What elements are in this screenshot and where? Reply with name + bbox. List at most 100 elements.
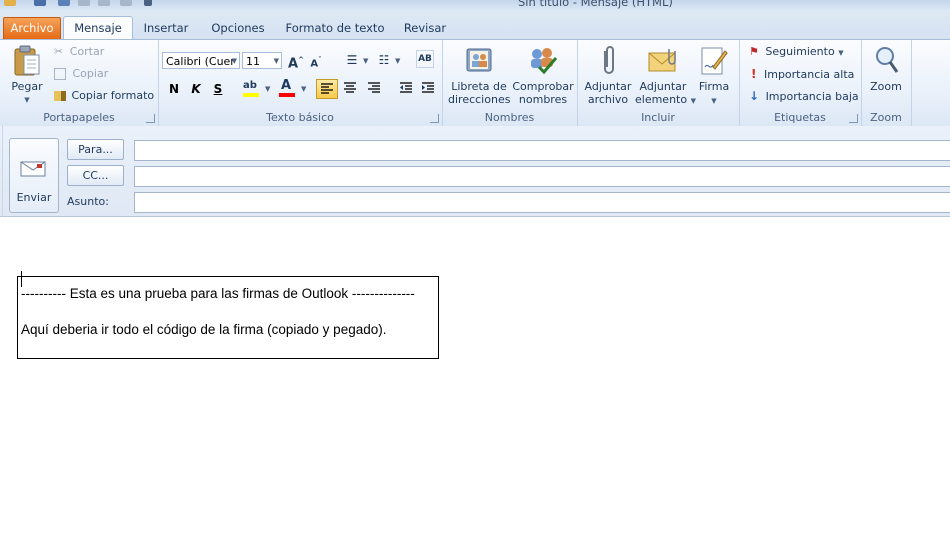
address-book-button[interactable]: Libreta de direcciones (448, 43, 510, 107)
italic-button[interactable]: K (186, 79, 206, 99)
zoom-button[interactable]: Zoom (864, 43, 908, 95)
numbering-icon[interactable]: ☷ (374, 50, 394, 70)
bold-button[interactable]: N (164, 79, 184, 99)
chevron-down-icon: ▼ (838, 49, 844, 57)
font-size-combo[interactable]: 11 ▼ (242, 52, 282, 69)
bullets-icon[interactable]: ☰ (342, 50, 362, 70)
zoom-label: Zoom (870, 80, 902, 93)
down-arrow-icon: ↓ (749, 89, 760, 103)
redo-icon[interactable] (78, 0, 90, 6)
envelope-attach-icon (648, 49, 676, 72)
shrink-font-icon[interactable]: Aˇ (306, 50, 326, 70)
signature-icon (701, 47, 728, 75)
chevron-down-icon: ▼ (24, 96, 30, 104)
to-field[interactable] (134, 140, 950, 161)
up-arrow-icon[interactable] (98, 0, 110, 6)
include-group-label: Incluir (641, 111, 675, 124)
magnifier-icon (876, 47, 899, 73)
align-left-icon (321, 83, 333, 94)
address-book-label-1: Libreta de (451, 80, 507, 93)
message-body[interactable]: ---------- Esta es una prueba para las f… (0, 217, 950, 534)
attach-item-button[interactable]: Adjuntar elemento ▼ (635, 43, 696, 108)
chevron-down-icon[interactable]: ▼ (395, 57, 400, 65)
grow-font-icon[interactable]: A^ (286, 50, 306, 71)
clipboard-icon (14, 45, 40, 76)
save-icon[interactable] (34, 0, 46, 6)
cc-field[interactable] (134, 166, 950, 187)
font-name-combo[interactable]: Calibri (Cuer ▼ (162, 52, 240, 69)
names-group-label: Nombres (484, 111, 535, 124)
paste-label: Pegar (11, 80, 43, 93)
outlook-app-icon[interactable] (4, 0, 16, 6)
signature-button[interactable]: Firma ▼ (693, 43, 735, 107)
copy-button[interactable]: Copiar (54, 65, 108, 83)
tab-opciones[interactable]: Opciones (206, 18, 270, 38)
format-painter-button[interactable]: Copiar formato (54, 87, 154, 105)
increase-indent-button[interactable] (418, 79, 440, 99)
attach-item-label-2-text: elemento (635, 93, 688, 106)
chevron-down-icon: ▼ (265, 85, 271, 93)
signature-line-1: ---------- Esta es una prueba para las f… (21, 286, 415, 301)
follow-up-button[interactable]: ⚑ Seguimiento ▼ (749, 43, 844, 61)
tab-formato-de-texto[interactable]: Formato de texto (284, 18, 386, 38)
clipboard-group: Pegar ▼ ✂ Cortar Copiar Copiar formato P… (0, 40, 159, 126)
basic-text-group-label: Texto básico (266, 111, 334, 124)
signature-line-2: Aquí deberia ir todo el código de la fir… (21, 322, 387, 337)
ribbon: Pegar ▼ ✂ Cortar Copiar Copiar formato P… (0, 39, 950, 127)
down-arrow-icon[interactable] (120, 0, 132, 6)
check-names-button[interactable]: Comprobar nombres (512, 43, 574, 107)
subject-label: Asunto: (67, 195, 109, 208)
tab-revisar[interactable]: Revisar (398, 18, 452, 38)
low-importance-label: Importancia baja (765, 90, 859, 103)
tab-archivo[interactable]: Archivo (3, 17, 61, 39)
tags-dialog-launcher[interactable] (849, 114, 858, 123)
send-button[interactable]: Enviar (9, 138, 59, 213)
signature-table[interactable]: ---------- Esta es una prueba para las f… (17, 276, 439, 359)
title-bar: Sin título - Mensaje (HTML) (0, 0, 950, 10)
basic-text-dialog-launcher[interactable] (430, 114, 439, 123)
address-book-label-2: direcciones (448, 93, 511, 106)
highlight-color-bar (243, 93, 259, 97)
follow-up-label: Seguimiento (765, 45, 835, 58)
align-left-button[interactable] (316, 79, 338, 99)
cut-label: Cortar (69, 45, 105, 58)
paperclip-icon (604, 46, 614, 74)
decrease-indent-button[interactable] (396, 79, 418, 99)
zoom-group: Zoom Zoom (861, 40, 912, 126)
ribbon-tabs: Archivo Mensaje Insertar Opciones Format… (0, 10, 950, 40)
font-color-button[interactable]: A ▼ (277, 78, 311, 99)
high-importance-label: Importancia alta (763, 68, 855, 81)
clipboard-dialog-launcher[interactable] (146, 114, 155, 123)
low-importance-button[interactable]: ↓ Importancia baja (749, 87, 859, 105)
undo-icon[interactable] (58, 0, 70, 6)
align-center-button[interactable] (340, 79, 362, 99)
chevron-down-icon: ▼ (301, 85, 307, 93)
zoom-group-label: Zoom (870, 111, 902, 124)
customize-qat-icon[interactable] (144, 0, 152, 6)
paste-button[interactable]: Pegar ▼ (6, 44, 48, 108)
attach-file-button[interactable]: Adjuntar archivo (581, 43, 635, 107)
cut-button[interactable]: ✂ Cortar (54, 43, 104, 61)
attach-item-label-1: Adjuntar (639, 80, 687, 93)
align-right-icon (368, 82, 380, 93)
address-book-icon (466, 48, 492, 72)
align-right-button[interactable] (364, 79, 386, 99)
clipboard-group-label: Portapapeles (43, 111, 115, 124)
tab-mensaje[interactable]: Mensaje (63, 16, 133, 40)
font-size-value: 11 (246, 55, 260, 68)
underline-button[interactable]: S (208, 79, 228, 99)
basic-text-group: Calibri (Cuer ▼ 11 ▼ A^ Aˇ ☰ ▼ ☷ ▼ AB N … (158, 40, 443, 126)
tab-insertar[interactable]: Insertar (140, 18, 192, 38)
high-importance-button[interactable]: ! Importancia alta (749, 65, 854, 83)
check-names-label-2: nombres (518, 93, 568, 106)
attach-item-label-2: elemento ▼ (635, 93, 696, 108)
check-names-icon (531, 48, 558, 75)
increase-indent-icon (422, 82, 434, 93)
chevron-down-icon[interactable]: ▼ (363, 57, 368, 65)
highlight-button[interactable]: ab ▼ (241, 79, 275, 99)
paintbrush-icon (54, 91, 66, 101)
cc-button[interactable]: CC... (67, 165, 124, 186)
clear-formatting-icon[interactable]: AB (416, 50, 434, 68)
to-button[interactable]: Para... (67, 139, 124, 160)
subject-field[interactable] (134, 192, 950, 213)
